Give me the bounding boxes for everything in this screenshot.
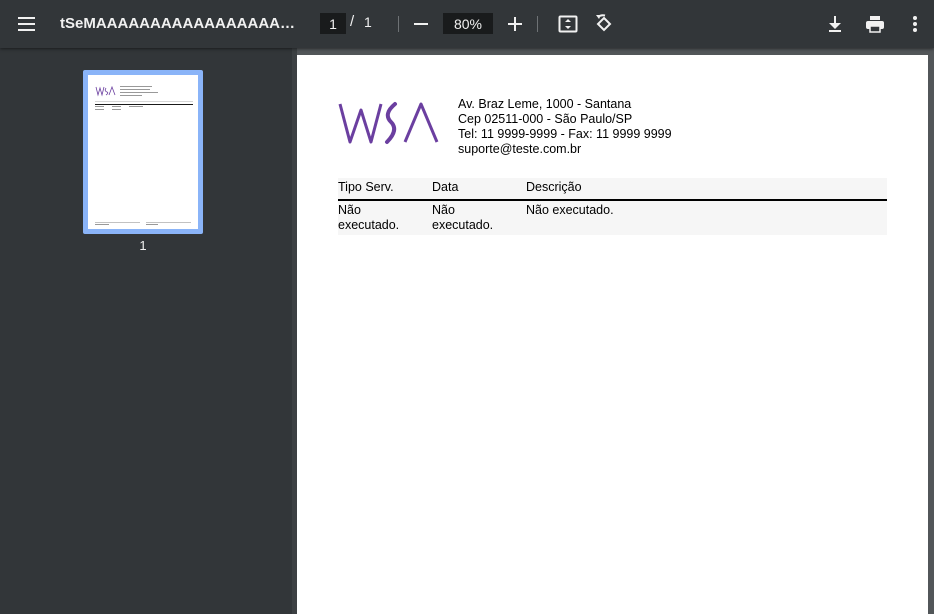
pdf-page: Av. Braz Leme, 1000 - Santana Cep 02511-… (297, 55, 928, 614)
menu-icon[interactable] (15, 12, 39, 36)
rotate-icon[interactable] (592, 12, 616, 36)
address-line: Cep 02511-000 - São Paulo/SP (458, 112, 633, 126)
company-logo (337, 100, 439, 146)
table-row: Não executado. Não executado. Não execut… (338, 201, 887, 235)
table-cell: Não executado. (526, 203, 614, 217)
zoom-level-input[interactable]: 80% (443, 13, 493, 34)
page-number-input[interactable]: 1 (320, 13, 346, 34)
toolbar-divider (537, 16, 538, 32)
page-total: 1 (364, 14, 372, 30)
company-address: Av. Braz Leme, 1000 - Santana Cep 02511-… (458, 97, 672, 157)
download-icon[interactable] (823, 12, 847, 36)
zoom-in-icon[interactable] (503, 12, 527, 36)
table-cell: Não executado. (432, 203, 494, 232)
thumbnail-page-preview (88, 75, 198, 229)
zoom-out-icon[interactable] (409, 12, 433, 36)
page-thumbnail[interactable] (83, 70, 203, 234)
document-title: tSeMAAAAAAAAAAAAAAAAAAAAAA (60, 15, 302, 32)
column-header-descricao: Descrição (526, 180, 582, 194)
print-icon[interactable] (863, 12, 887, 36)
pdf-toolbar: tSeMAAAAAAAAAAAAAAAAAAAAAA 1 / 1 80% (0, 0, 934, 48)
page-separator: / (350, 13, 355, 30)
table-cell: Não executado. (338, 203, 400, 232)
toolbar-divider (398, 16, 399, 32)
email-line: suporte@teste.com.br (458, 142, 582, 156)
fit-to-page-icon[interactable] (556, 12, 580, 36)
services-table: Tipo Serv. Data Descrição Não executado.… (338, 178, 887, 235)
column-header-tipo-serv: Tipo Serv. (338, 180, 394, 194)
more-options-icon[interactable] (903, 12, 927, 36)
column-header-data: Data (432, 180, 459, 194)
address-line: Av. Braz Leme, 1000 - Santana (458, 97, 632, 111)
phone-line: Tel: 11 9999-9999 - Fax: 11 9999 9999 (458, 127, 672, 141)
table-header-row: Tipo Serv. Data Descrição (338, 178, 887, 201)
thumbnail-sidebar: 1 (0, 48, 292, 614)
thumbnail-page-number: 1 (139, 238, 147, 253)
